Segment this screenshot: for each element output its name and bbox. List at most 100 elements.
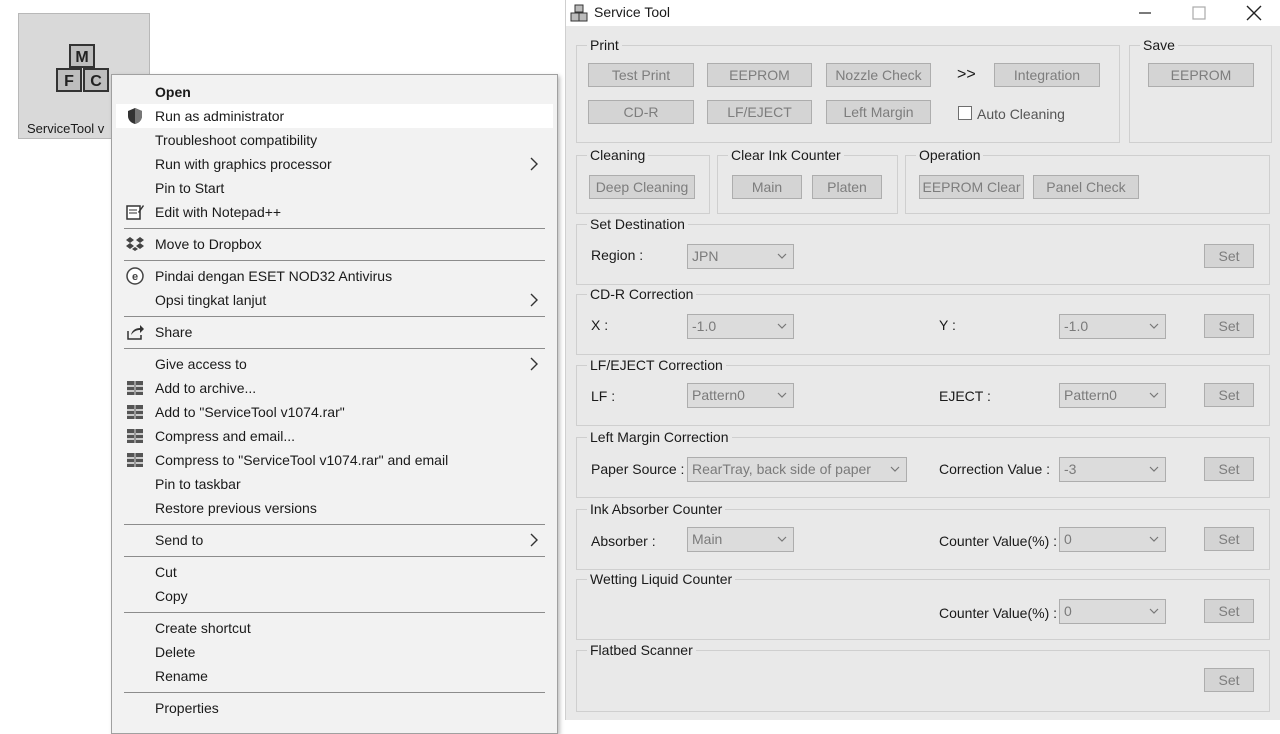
menu-separator — [124, 260, 545, 261]
menu-item-delete[interactable]: Delete — [116, 640, 553, 664]
notepad-icon — [126, 205, 144, 220]
group-title: Cleaning — [587, 147, 649, 163]
menu-item-compress-to-rar-and-email[interactable]: Compress to "ServiceTool v1074.rar" and … — [116, 448, 553, 472]
menu-item-label: Delete — [155, 644, 196, 660]
menu-item-label: Open — [155, 84, 191, 100]
integration-button[interactable]: Integration — [994, 63, 1100, 87]
menu-item-opsi-tingkat-lanjut[interactable]: Opsi tingkat lanjut — [116, 288, 553, 312]
paper-source-value: RearTray, back side of paper — [692, 461, 871, 477]
menu-item-create-shortcut[interactable]: Create shortcut — [116, 616, 553, 640]
eject-select[interactable]: Pattern0 — [1059, 383, 1166, 408]
auto-cleaning-label: Auto Cleaning — [977, 106, 1065, 122]
chevron-down-icon — [890, 466, 900, 472]
menu-item-cut[interactable]: Cut — [116, 560, 553, 584]
chevron-down-icon — [1149, 323, 1159, 329]
panel-check-button[interactable]: Panel Check — [1033, 175, 1139, 199]
chevron-right-icon — [530, 157, 538, 171]
menu-item-open[interactable]: Open — [116, 80, 553, 104]
share-icon — [127, 325, 144, 340]
cdr-correction-group: CD-R Correction X : -1.0 Y : -1.0 Set — [576, 286, 1270, 355]
counter-value-select[interactable]: 0 — [1059, 527, 1166, 552]
menu-item-label: Edit with Notepad++ — [155, 204, 282, 220]
auto-cleaning-checkbox[interactable] — [958, 106, 972, 120]
deep-cleaning-button[interactable]: Deep Cleaning — [589, 175, 695, 199]
menu-item-send-to[interactable]: Send to — [116, 528, 553, 552]
minimize-icon[interactable] — [1125, 1, 1165, 25]
paper-source-select[interactable]: RearTray, back side of paper — [687, 457, 907, 482]
nozzle-check-button[interactable]: Nozzle Check — [826, 63, 931, 87]
flatbed-scanner-set-button[interactable]: Set — [1204, 668, 1254, 692]
menu-item-pin-to-start[interactable]: Pin to Start — [116, 176, 553, 200]
clear-platen-button[interactable]: Platen — [812, 175, 882, 199]
menu-item-troubleshoot-compatibility[interactable]: Troubleshoot compatibility — [116, 128, 553, 152]
menu-item-label: Pindai dengan ESET NOD32 Antivirus — [155, 268, 393, 284]
more-arrows[interactable]: >> — [957, 66, 976, 84]
menu-item-run-with-graphics-processor[interactable]: Run with graphics processor — [116, 152, 553, 176]
menu-item-add-to-rar[interactable]: Add to "ServiceTool v1074.rar" — [116, 400, 553, 424]
left-margin-button[interactable]: Left Margin — [826, 100, 931, 124]
absorber-select[interactable]: Main — [687, 527, 794, 552]
eeprom-clear-button[interactable]: EEPROM Clear — [919, 175, 1024, 199]
menu-separator — [124, 228, 545, 229]
chevron-down-icon — [1149, 392, 1159, 398]
group-title: LF/EJECT Correction — [587, 357, 726, 373]
region-select[interactable]: JPN — [687, 244, 794, 269]
menu-separator — [124, 524, 545, 525]
correction-value-select[interactable]: -3 — [1059, 457, 1166, 482]
lf-eject-button[interactable]: LF/EJECT — [707, 100, 812, 124]
menu-item-eset-scan[interactable]: e Pindai dengan ESET NOD32 Antivirus — [116, 264, 553, 288]
save-eeprom-button[interactable]: EEPROM — [1148, 63, 1254, 87]
left-margin-correction-set-button[interactable]: Set — [1204, 457, 1254, 481]
close-icon[interactable] — [1234, 1, 1274, 25]
cdr-button[interactable]: CD-R — [588, 100, 694, 124]
x-select[interactable]: -1.0 — [687, 314, 794, 339]
menu-item-edit-with-notepad[interactable]: Edit with Notepad++ — [116, 200, 553, 224]
x-value: -1.0 — [692, 318, 717, 334]
ink-absorber-set-button[interactable]: Set — [1204, 527, 1254, 551]
menu-item-pin-to-taskbar[interactable]: Pin to taskbar — [116, 472, 553, 496]
menu-item-give-access-to[interactable]: Give access to — [116, 352, 553, 376]
maximize-icon[interactable] — [1179, 1, 1219, 25]
menu-item-copy[interactable]: Copy — [116, 584, 553, 608]
menu-separator — [124, 612, 545, 613]
menu-item-compress-and-email[interactable]: Compress and email... — [116, 424, 553, 448]
group-title: Left Margin Correction — [587, 429, 732, 445]
group-title: Operation — [916, 147, 984, 163]
set-destination-group: Set Destination Region : JPN Set — [576, 216, 1270, 285]
menu-item-restore-previous-versions[interactable]: Restore previous versions — [116, 496, 553, 520]
lf-select[interactable]: Pattern0 — [687, 383, 794, 408]
svg-text:e: e — [132, 271, 138, 283]
menu-item-label: Restore previous versions — [155, 500, 317, 516]
wetting-counter-value-select[interactable]: 0 — [1059, 599, 1166, 624]
menu-item-rename[interactable]: Rename — [116, 664, 553, 688]
save-group: Save EEPROM — [1129, 37, 1272, 143]
window-title: Service Tool — [594, 4, 671, 20]
lf-eject-correction-set-button[interactable]: Set — [1204, 383, 1254, 407]
menu-item-label: Add to "ServiceTool v1074.rar" — [155, 404, 345, 420]
title-bar[interactable]: Service Tool — [566, 0, 1280, 26]
dropbox-icon — [126, 237, 144, 251]
y-select[interactable]: -1.0 — [1059, 314, 1166, 339]
menu-item-run-as-administrator[interactable]: Run as administrator — [116, 104, 553, 128]
group-title: Ink Absorber Counter — [587, 501, 726, 517]
menu-item-share[interactable]: Share — [116, 320, 553, 344]
menu-item-properties[interactable]: Properties — [116, 696, 553, 720]
menu-item-label: Compress to "ServiceTool v1074.rar" and … — [155, 452, 449, 468]
menu-item-add-to-archive[interactable]: Add to archive... — [116, 376, 553, 400]
winrar-icon — [127, 453, 143, 467]
menu-item-label: Run with graphics processor — [155, 156, 332, 172]
wetting-liquid-set-button[interactable]: Set — [1204, 599, 1254, 623]
chevron-right-icon — [530, 533, 538, 547]
test-print-button[interactable]: Test Print — [588, 63, 694, 87]
menu-separator — [124, 316, 545, 317]
set-destination-set-button[interactable]: Set — [1204, 244, 1254, 268]
eeprom-print-button[interactable]: EEPROM — [707, 63, 812, 87]
group-title: Save — [1140, 37, 1178, 53]
clear-ink-counter-group: Clear Ink Counter Main Platen — [717, 147, 898, 214]
cdr-correction-set-button[interactable]: Set — [1204, 314, 1254, 338]
winrar-icon — [127, 429, 143, 443]
clear-main-button[interactable]: Main — [732, 175, 802, 199]
icon-letter-c: C — [90, 73, 102, 90]
menu-item-move-to-dropbox[interactable]: Move to Dropbox — [116, 232, 553, 256]
group-title: Print — [587, 37, 622, 53]
